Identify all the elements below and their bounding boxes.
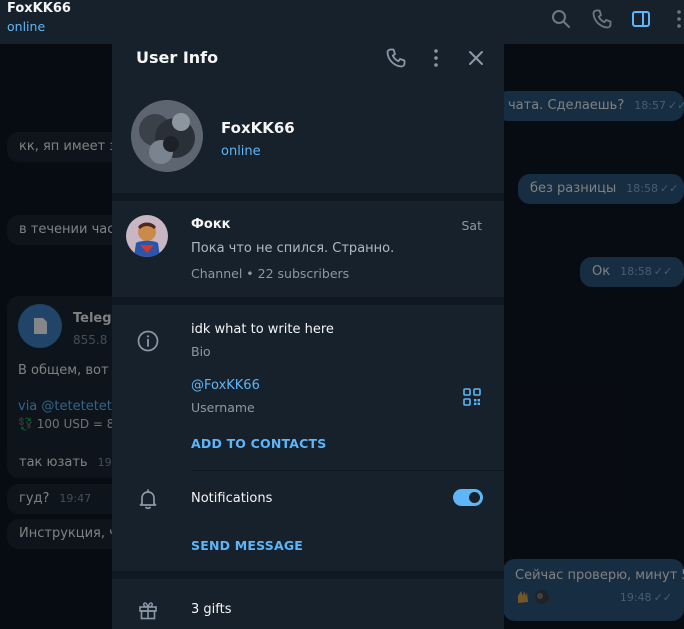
channel-subscribers: Channel • 22 subscribers	[191, 266, 350, 281]
avatar[interactable]	[131, 100, 203, 172]
channel-avatar	[126, 215, 168, 257]
read-check-icon: ✓✓	[653, 590, 672, 604]
call-icon[interactable]	[590, 7, 614, 31]
user-info-dialog: User Info FoxKK66 online Фокк Sat Пока ч…	[112, 31, 504, 629]
more-icon[interactable]	[424, 46, 448, 70]
info-icon	[137, 330, 159, 352]
toggle-knob	[467, 490, 482, 505]
gifts-label[interactable]: 3 gifts	[191, 602, 232, 617]
username-label: Username	[191, 400, 255, 415]
username-link[interactable]: @FoxKK66	[191, 378, 260, 393]
file-icon[interactable]	[18, 304, 62, 348]
profile-status: online	[221, 144, 261, 159]
chat-status: online	[7, 19, 46, 34]
section-separator	[112, 297, 504, 305]
section-separator	[112, 571, 504, 579]
notifications-label: Notifications	[191, 491, 273, 506]
divider	[191, 470, 504, 471]
message-out[interactable]: Ок 18:58 ✓✓	[580, 257, 684, 287]
chat-title[interactable]: FoxKK66	[7, 1, 71, 16]
qr-code-icon[interactable]	[462, 387, 482, 407]
message-out[interactable]: без разницы 18:58 ✓✓	[518, 174, 684, 204]
notifications-toggle[interactable]	[453, 489, 483, 506]
gift-icon	[139, 602, 157, 620]
profile-name: FoxKK66	[221, 119, 295, 137]
send-message-button[interactable]: SEND MESSAGE	[191, 538, 303, 553]
more-icon[interactable]	[667, 7, 684, 31]
read-check-icon: ✓✓	[667, 99, 684, 112]
bio-label: Bio	[191, 344, 211, 359]
section-separator	[112, 193, 504, 201]
dialog-title: User Info	[136, 48, 219, 67]
search-icon[interactable]	[549, 7, 573, 31]
sticker-icon	[515, 588, 551, 606]
channel-name: Фокк	[191, 217, 231, 232]
bell-icon	[139, 489, 157, 510]
message-out[interactable]: чата. Сделаешь? 18:57 ✓✓	[496, 91, 684, 121]
read-check-icon: ✓✓	[653, 265, 673, 278]
read-check-icon: ✓✓	[659, 182, 679, 195]
call-icon[interactable]	[384, 46, 408, 70]
channel-date: Sat	[461, 218, 483, 233]
sidebar-toggle-icon[interactable]	[629, 7, 653, 31]
close-icon[interactable]	[464, 46, 488, 70]
channel-last-message: Пока что не спился. Странно.	[191, 241, 395, 256]
bio-text: idk what to write here	[191, 322, 334, 337]
message-out[interactable]: Сейчас проверю, минут 5 19:48 ✓✓	[503, 559, 684, 621]
add-to-contacts-button[interactable]: ADD TO CONTACTS	[191, 436, 326, 451]
